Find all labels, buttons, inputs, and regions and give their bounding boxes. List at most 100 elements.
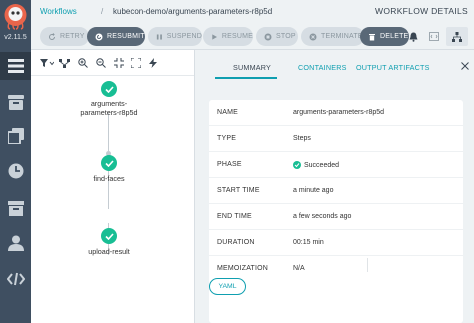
detail-value: arguments-parameters-r8p5d [293, 109, 385, 116]
detail-value: 00:15 min [293, 239, 324, 246]
resubmit-button[interactable]: RESUBMIT [87, 27, 145, 46]
suspend-button[interactable]: SUSPEND [148, 27, 202, 46]
workflow-node-label: arguments-parameters-r8p5d [80, 99, 138, 117]
stop-icon [264, 33, 272, 40]
terminate-button[interactable]: TERMINATE [301, 27, 364, 46]
zoom-in-icon [78, 58, 88, 68]
detail-row-end-time: END TIME a few seconds ago [209, 204, 463, 230]
phase-text: Succeeded [304, 161, 340, 169]
hierarchy-icon [58, 58, 70, 68]
pause-icon [156, 33, 162, 40]
column-divider [367, 258, 368, 272]
detail-row-start-time: START TIME a minute ago [209, 178, 463, 204]
clock-icon [8, 163, 23, 179]
retry-button[interactable]: RETRY [40, 27, 89, 46]
tab-summary[interactable]: SUMMARY [233, 63, 271, 72]
nav-templates[interactable] [0, 122, 31, 150]
code-icon [6, 272, 25, 286]
filter-button[interactable] [39, 57, 55, 69]
left-nav: v2.11.5 [0, 0, 31, 323]
play-icon [212, 33, 217, 40]
nav-events[interactable] [0, 194, 31, 222]
layout-button[interactable] [58, 57, 70, 69]
zoom-out-icon [96, 58, 106, 68]
detail-key: TYPE [217, 135, 237, 142]
view-toggle-button[interactable] [427, 27, 441, 46]
detail-row-duration: DURATION 00:15 min [209, 230, 463, 256]
check-icon [104, 85, 114, 93]
tab-output-artifacts[interactable]: OUTPUT ARTIFACTS [356, 63, 430, 72]
breadcrumb-current: kubecon-demo/arguments-parameters-r8p5d [113, 7, 273, 16]
stop-label: STOP [276, 33, 296, 40]
suspend-label: SUSPEND [166, 33, 202, 40]
detail-value: a minute ago [293, 187, 334, 194]
find-faces-node[interactable] [101, 155, 117, 171]
top-header: Workflows / kubecon-demo/arguments-param… [31, 0, 474, 24]
nav-user[interactable] [0, 229, 31, 257]
detail-key: END TIME [217, 213, 252, 220]
terminate-icon [309, 33, 317, 40]
archive-icon [7, 94, 24, 110]
detail-row-phase: PHASE Succeeded [209, 152, 463, 178]
templates-icon [7, 128, 24, 144]
resume-button[interactable]: RESUME [203, 27, 253, 46]
detail-value: a few seconds ago [293, 213, 352, 220]
workflow-graph-panel: arguments-parameters-r8p5d find-faces up… [31, 50, 194, 323]
fit-button[interactable] [113, 57, 125, 69]
filter-icon [40, 58, 54, 67]
action-toolbar: RETRY RESUBMIT SUSPEND RESUME STOP TERMI… [31, 24, 474, 50]
nav-api-docs[interactable] [0, 265, 31, 293]
upload-result-node-label: upload-result [88, 247, 130, 256]
sitemap-icon [452, 31, 462, 42]
workflow-node[interactable] [101, 81, 117, 97]
fast-render-button[interactable] [147, 57, 159, 69]
code-view-icon [429, 32, 439, 41]
bell-icon [409, 32, 417, 42]
detail-value: N/A [293, 265, 305, 272]
detail-key: DURATION [217, 239, 255, 246]
menu-icon [7, 59, 24, 73]
user-icon [7, 235, 24, 251]
yaml-button[interactable]: YAML [209, 278, 246, 295]
resubmit-label: RESUBMIT [107, 33, 145, 40]
detail-row-type: TYPE Steps [209, 126, 463, 152]
expand-icon [131, 58, 141, 68]
retry-icon [49, 32, 55, 40]
expand-button[interactable] [130, 57, 142, 69]
box-icon [7, 200, 24, 216]
argo-logo-icon [3, 3, 28, 30]
nav-archive[interactable] [0, 88, 31, 116]
find-faces-node-label: find-faces [93, 174, 125, 183]
delete-label: DELETE [380, 33, 409, 40]
detail-row-memoization: MEMOIZATION N/A [209, 256, 463, 282]
detail-row-name: NAME arguments-parameters-r8p5d [209, 100, 463, 126]
detail-key: PHASE [217, 161, 242, 168]
nav-workflows[interactable] [0, 52, 31, 80]
breadcrumb-workflows-link[interactable]: Workflows [40, 7, 77, 16]
nav-cron[interactable] [0, 157, 31, 185]
terminate-label: TERMINATE [321, 33, 363, 40]
graph-toolbar [31, 50, 194, 76]
upload-result-node[interactable] [101, 228, 117, 244]
close-panel-button[interactable] [461, 57, 469, 75]
compress-icon [114, 58, 124, 68]
tab-containers[interactable]: CONTAINERS [298, 63, 347, 72]
version-label: v2.11.5 [4, 34, 27, 41]
resubmit-icon [95, 33, 103, 40]
detail-key: MEMOIZATION [217, 265, 269, 272]
detail-key: NAME [217, 109, 239, 116]
check-icon [104, 159, 114, 167]
notifications-button[interactable] [406, 27, 420, 46]
zoom-out-button[interactable] [95, 57, 107, 69]
close-icon [461, 62, 469, 70]
check-icon [104, 232, 114, 240]
page-title: WORKFLOW DETAILS [375, 6, 468, 16]
detail-value-phase: Succeeded [293, 161, 339, 169]
lightning-icon [149, 58, 157, 68]
breadcrumb-separator: / [101, 7, 104, 16]
zoom-in-button[interactable] [77, 57, 89, 69]
graph-view-button[interactable] [446, 27, 468, 46]
stop-button[interactable]: STOP [256, 27, 298, 46]
trash-icon [369, 33, 375, 40]
delete-button[interactable]: DELETE [360, 27, 409, 46]
